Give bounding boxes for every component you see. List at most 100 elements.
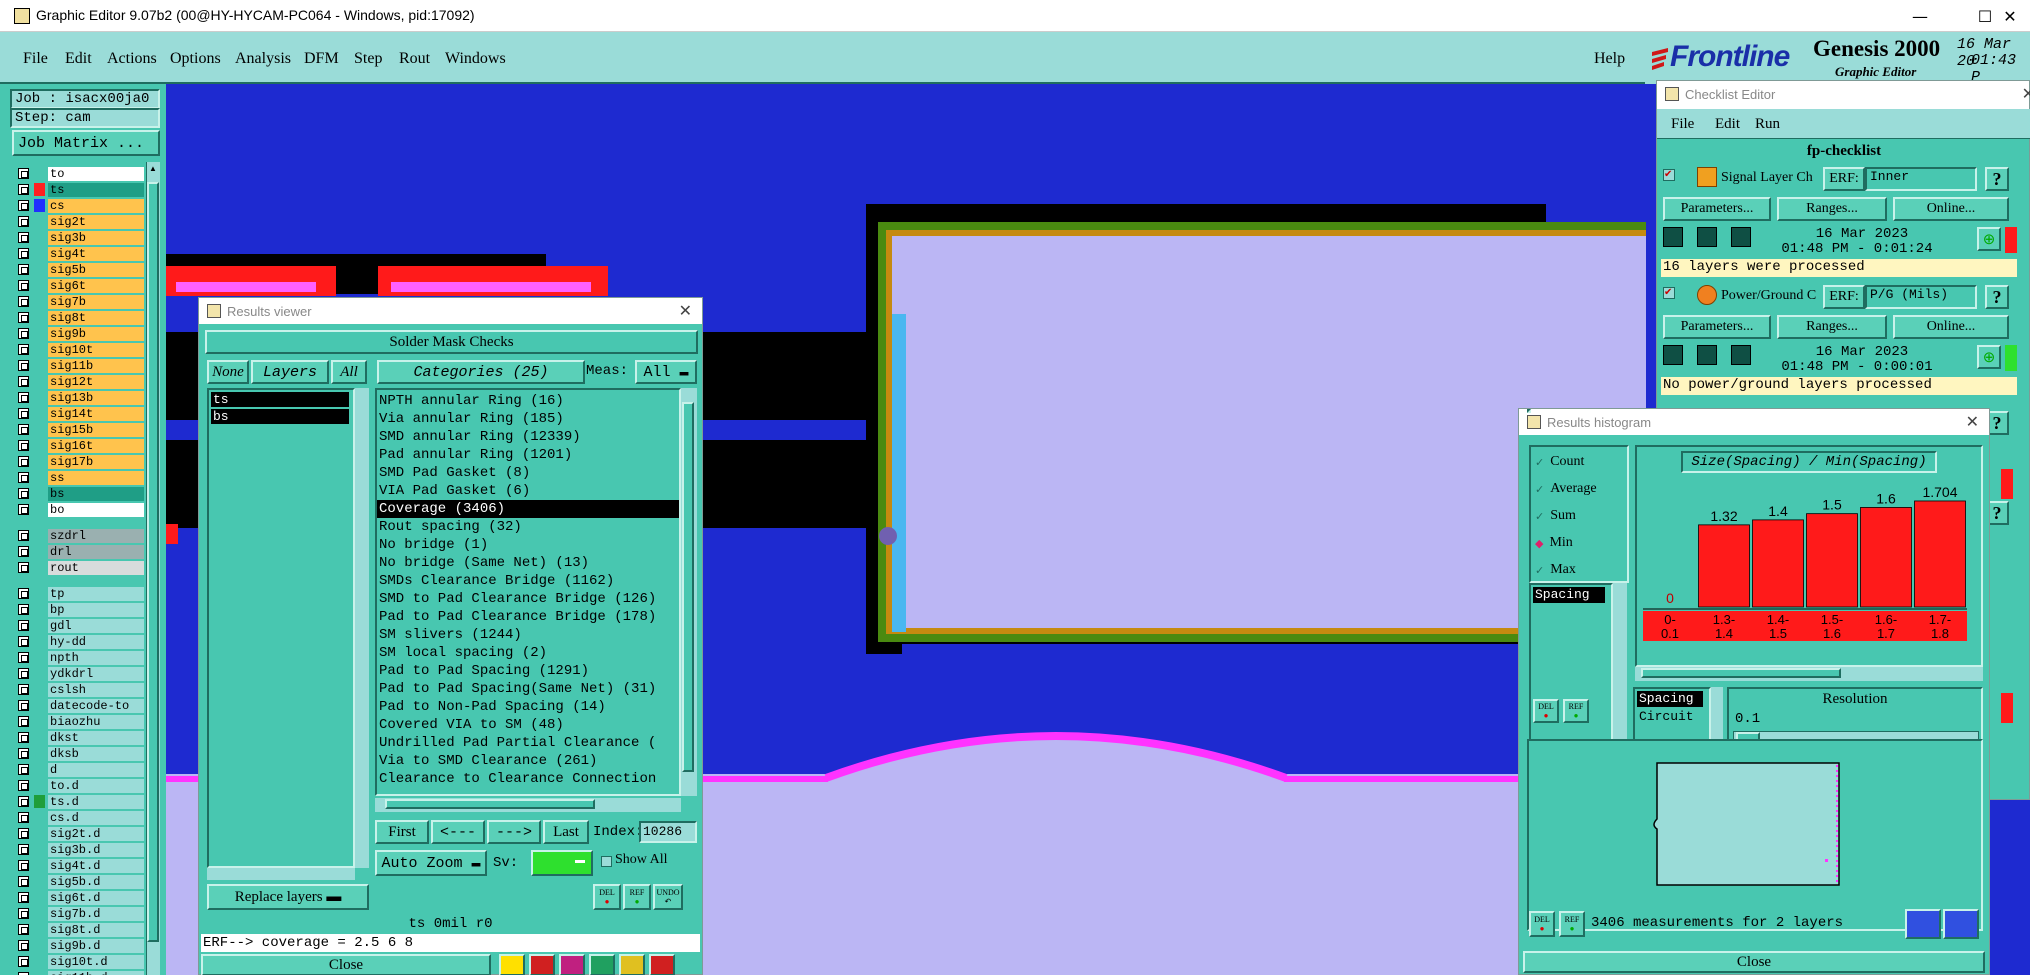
layer-checkbox[interactable] xyxy=(18,892,29,903)
toolbar-icon-2[interactable] xyxy=(529,954,555,975)
ranges-button[interactable]: Ranges... xyxy=(1777,315,1887,339)
none-button[interactable]: None xyxy=(207,360,249,384)
layer-checkbox[interactable] xyxy=(18,546,29,557)
layer-checkbox[interactable] xyxy=(18,876,29,887)
layer-checkbox[interactable] xyxy=(18,530,29,541)
auto-zoom-dropdown[interactable]: Auto Zoom ▬ xyxy=(375,850,487,876)
layer-checkbox[interactable] xyxy=(18,456,29,467)
layers-button[interactable]: Layers xyxy=(251,360,329,384)
layer-checkbox[interactable] xyxy=(18,472,29,483)
erf-button[interactable]: ERF: xyxy=(1823,167,1865,191)
index-input[interactable]: 10286 xyxy=(639,821,697,843)
layer-checkbox[interactable] xyxy=(18,360,29,371)
help-button[interactable]: ? xyxy=(1985,167,2009,191)
category-item[interactable]: SMD Pad Gasket (8) xyxy=(377,464,679,482)
category-item[interactable]: Clearance to Clearance Connection xyxy=(377,770,679,788)
aggregate-option-count[interactable]: ✓ Count xyxy=(1535,451,1625,473)
layer-row-dkst[interactable]: dkst xyxy=(14,730,144,745)
layer-row-cs-d[interactable]: cs.d xyxy=(14,810,144,825)
toolbar-icon-1[interactable] xyxy=(499,954,525,975)
checklist-menu-edit[interactable]: Edit xyxy=(1715,116,1740,133)
layer-checkbox[interactable] xyxy=(18,504,29,515)
layer-row-biaozhu[interactable]: biaozhu xyxy=(14,714,144,729)
online-button[interactable]: Online... xyxy=(1893,197,2009,221)
layer-row-sig12t[interactable]: sig12t xyxy=(14,374,144,389)
preview-ref-button[interactable]: REF ● xyxy=(1559,911,1585,937)
menu-windows[interactable]: Windows xyxy=(445,50,506,68)
run-icon[interactable] xyxy=(1663,345,1683,365)
layer-results-list[interactable]: ts bs xyxy=(207,388,355,868)
layer-checkbox[interactable] xyxy=(18,700,29,711)
layer-row-sig6t[interactable]: sig6t xyxy=(14,278,144,293)
category-item[interactable]: Pad annular Ring (1201) xyxy=(377,446,679,464)
layer-checkbox[interactable] xyxy=(18,748,29,759)
layer-row-hy-dd[interactable]: hy-dd xyxy=(14,634,144,649)
sv-color-dropdown[interactable]: ▬ xyxy=(531,850,593,876)
field-item[interactable]: Spacing xyxy=(1637,691,1703,707)
layer-checkbox[interactable] xyxy=(18,812,29,823)
layer-checkbox[interactable] xyxy=(18,716,29,727)
layer-row-sig11b[interactable]: sig11b xyxy=(14,358,144,373)
category-item[interactable]: Undrilled Pad Partial Clearance ( xyxy=(377,734,679,752)
layer-row-sig13b[interactable]: sig13b xyxy=(14,390,144,405)
layer-checkbox[interactable] xyxy=(18,908,29,919)
layer-checkbox[interactable] xyxy=(18,408,29,419)
results-close-button[interactable]: Close xyxy=(201,954,491,975)
aggregate-option-min[interactable]: ◆ Min xyxy=(1535,532,1625,554)
menu-file[interactable]: File xyxy=(23,50,48,68)
categories-scroll-thumb[interactable] xyxy=(682,402,694,772)
histogram-bar[interactable] xyxy=(1698,524,1750,608)
checklist-menu-file[interactable]: File xyxy=(1671,116,1694,133)
layer-checkbox[interactable] xyxy=(18,376,29,387)
layer-row-sig2t-d[interactable]: sig2t.d xyxy=(14,826,144,841)
toolbar-icon-5[interactable] xyxy=(619,954,645,975)
layer-checkbox[interactable] xyxy=(18,344,29,355)
layer-checkbox[interactable] xyxy=(18,280,29,291)
hist-ref-button[interactable]: REF ● xyxy=(1563,699,1589,723)
zoom-icon[interactable]: ⊕ xyxy=(1977,227,2001,251)
category-item[interactable]: SM local spacing (2) xyxy=(377,644,679,662)
layer-list-hscroll[interactable] xyxy=(207,868,355,880)
layer-row-sig10t[interactable]: sig10t xyxy=(14,342,144,357)
layer-row-sig15b[interactable]: sig15b xyxy=(14,422,144,437)
replace-layers-dropdown[interactable]: Replace layers ▬ xyxy=(207,884,369,910)
scroll-up-icon[interactable]: ▲ xyxy=(148,164,158,178)
layer-row-sig16t[interactable]: sig16t xyxy=(14,438,144,453)
chart-hscroll-thumb[interactable] xyxy=(1641,668,1841,678)
zoom-icon[interactable]: ⊕ xyxy=(1977,345,2001,369)
all-layers-button[interactable]: All xyxy=(331,360,367,384)
layer-checkbox[interactable] xyxy=(18,684,29,695)
measure-item[interactable]: Spacing xyxy=(1533,587,1605,603)
category-item[interactable]: Pad to Pad Clearance Bridge (178) xyxy=(377,608,679,626)
item-checkbox[interactable]: ✔ xyxy=(1663,287,1675,299)
layer-checkbox[interactable] xyxy=(18,620,29,631)
histogram-chart[interactable]: 00-0.11.321.3-1.41.41.4-1.51.51.5-1.61.6… xyxy=(1637,475,1981,665)
layer-checkbox[interactable] xyxy=(18,200,29,211)
parameters-button[interactable]: Parameters... xyxy=(1663,197,1771,221)
categories-list[interactable]: NPTH annular Ring (16) Via annular Ring (… xyxy=(375,388,681,796)
layer-row-sig7b-d[interactable]: sig7b.d xyxy=(14,906,144,921)
category-item[interactable]: Via annular Ring (185) xyxy=(377,410,679,428)
menu-rout[interactable]: Rout xyxy=(399,50,430,68)
del-button[interactable]: DEL ● xyxy=(593,884,621,910)
menu-actions[interactable]: Actions xyxy=(107,50,157,68)
layer-checkbox[interactable] xyxy=(18,780,29,791)
layer-row-ss[interactable]: ss xyxy=(14,470,144,485)
erf-value[interactable]: Inner xyxy=(1865,167,1977,191)
toolbar-icon-4[interactable] xyxy=(589,954,615,975)
layer-checkbox[interactable] xyxy=(18,312,29,323)
category-item[interactable]: VIA Pad Gasket (6) xyxy=(377,482,679,500)
run-icon[interactable] xyxy=(1697,345,1717,365)
category-item[interactable]: Rout spacing (32) xyxy=(377,518,679,536)
layer-row-to[interactable]: to xyxy=(14,166,144,181)
category-strip[interactable] xyxy=(1643,611,1967,641)
layer-checkbox[interactable] xyxy=(18,796,29,807)
layer-row-ts-d[interactable]: ts.d xyxy=(14,794,144,809)
scroll-thumb[interactable] xyxy=(147,182,159,942)
layer-result-item[interactable]: bs xyxy=(211,409,349,424)
layer-row-sig6t-d[interactable]: sig6t.d xyxy=(14,890,144,905)
layer-row-sig9b-d[interactable]: sig9b.d xyxy=(14,938,144,953)
histogram-close-button[interactable]: Close xyxy=(1523,951,1985,973)
layer-checkbox[interactable] xyxy=(18,216,29,227)
layer-checkbox[interactable] xyxy=(18,264,29,275)
